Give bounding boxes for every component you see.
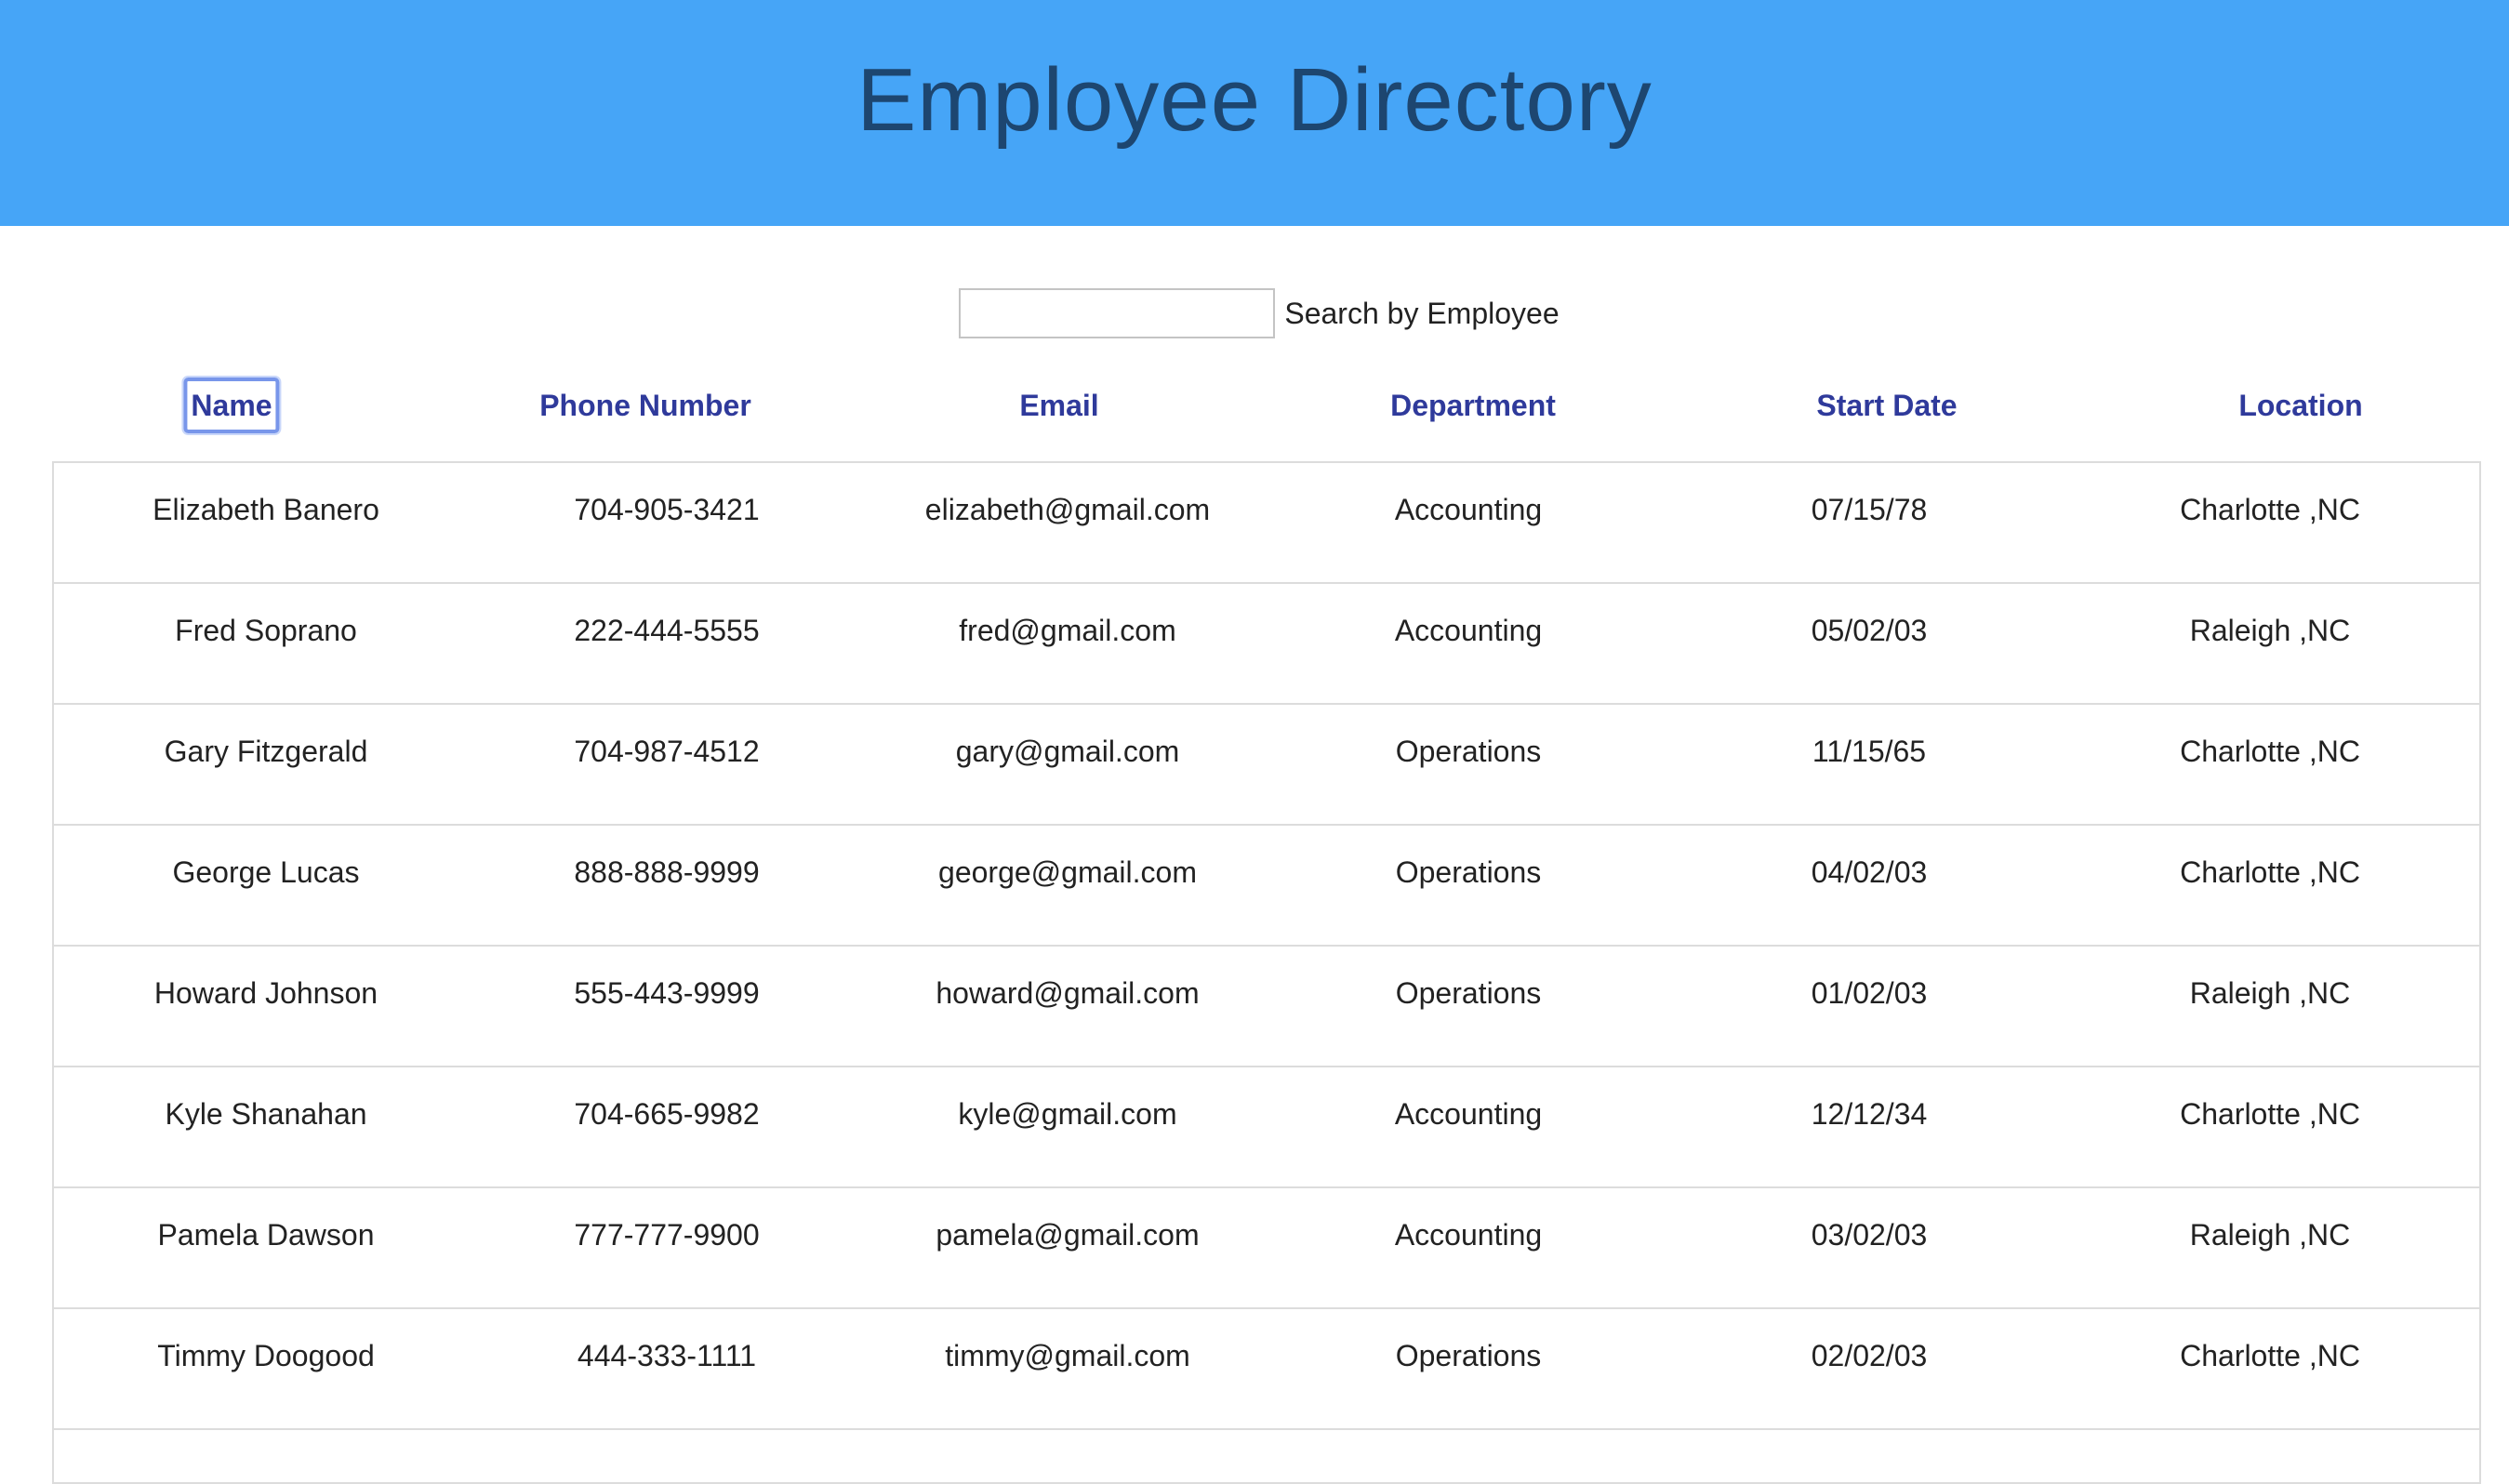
cell-phone: 555-443-9999 [574, 976, 760, 1010]
cell-location: Charlotte ,NC [2180, 493, 2360, 526]
cell-department: Operations [1395, 1339, 1542, 1372]
search-input[interactable] [959, 288, 1276, 338]
table-row: Kyle Shanahan 704-665-9982 kyle@gmail.co… [54, 1067, 2479, 1188]
column-header-email[interactable]: Email [1016, 378, 1102, 433]
employee-table: Elizabeth Banero 704-905-3421 elizabeth@… [52, 461, 2481, 1484]
cell-department: Operations [1395, 976, 1542, 1010]
cell-phone: 704-905-3421 [574, 493, 760, 526]
column-header-location[interactable]: Location [2235, 378, 2366, 433]
cell-email: howard@gmail.com [936, 976, 1200, 1010]
cell-start-date: 02/02/03 [1811, 1339, 1928, 1372]
table-row: George Lucas 888-888-9999 george@gmail.c… [54, 826, 2479, 947]
cell-department: Accounting [1394, 614, 1543, 647]
cell-email: gary@gmail.com [955, 735, 1180, 768]
cell-name: Gary Fitzgerald [164, 735, 368, 768]
cell-location: Charlotte ,NC [2180, 1097, 2360, 1131]
cell-location: Raleigh ,NC [2189, 976, 2351, 1010]
cell-email: fred@gmail.com [959, 614, 1176, 647]
column-header-start-date[interactable]: Start Date [1812, 378, 1960, 433]
cell-start-date: 04/02/03 [1811, 855, 1928, 889]
cell-name: George Lucas [172, 855, 360, 889]
cell-name: Pamela Dawson [157, 1218, 375, 1252]
table-row: Elizabeth Banero 704-905-3421 elizabeth@… [54, 463, 2479, 584]
cell-start-date: 12/12/34 [1811, 1097, 1928, 1131]
cell-phone: 888-888-9999 [574, 855, 760, 889]
cell-start-date: 11/15/65 [1812, 735, 1927, 768]
search-label: Search by Employee [1284, 296, 1560, 330]
cell-name: Elizabeth Banero [153, 493, 379, 526]
cell-email: kyle@gmail.com [958, 1097, 1177, 1131]
cell-email: timmy@gmail.com [945, 1339, 1190, 1372]
table-row: Gary Fitzgerald 704-987-4512 gary@gmail.… [54, 705, 2479, 826]
cell-name: Fred Soprano [175, 614, 357, 647]
cell-email: george@gmail.com [938, 855, 1197, 889]
cell-phone: 444-333-1111 [577, 1339, 757, 1372]
cell-department: Operations [1395, 855, 1542, 889]
cell-start-date: 07/15/78 [1811, 493, 1928, 526]
cell-department: Operations [1395, 735, 1542, 768]
column-header-phone[interactable]: Phone Number [536, 378, 755, 433]
cell-email: pamela@gmail.com [936, 1218, 1200, 1252]
cell-start-date: 01/02/03 [1811, 976, 1928, 1010]
cell-name: Kyle Shanahan [165, 1097, 367, 1131]
cell-location: Charlotte ,NC [2180, 735, 2360, 768]
table-header: Name Phone Number Email Department Start… [0, 378, 2509, 443]
cell-phone: 704-665-9982 [574, 1097, 760, 1131]
page-header: Employee Directory [0, 0, 2509, 226]
cell-department: Accounting [1394, 1097, 1543, 1131]
table-row: Fred Soprano 222-444-5555 fred@gmail.com… [54, 584, 2479, 705]
table-row: Howard Johnson 555-443-9999 howard@gmail… [54, 947, 2479, 1067]
cell-phone: 704-987-4512 [574, 735, 760, 768]
table-row: Pamela Dawson 777-777-9900 pamela@gmail.… [54, 1188, 2479, 1309]
cell-location: Charlotte ,NC [2180, 1339, 2360, 1372]
cell-email: elizabeth@gmail.com [924, 493, 1211, 526]
cell-location: Raleigh ,NC [2189, 614, 2351, 647]
cell-location: Raleigh ,NC [2189, 1218, 2351, 1252]
column-header-name[interactable]: Name [183, 378, 280, 433]
table-row: Timmy Doogood 444-333-1111 timmy@gmail.c… [54, 1309, 2479, 1430]
cell-phone: 222-444-5555 [574, 614, 760, 647]
page-title: Employee Directory [856, 49, 1653, 150]
cell-name: Howard Johnson [153, 976, 378, 1010]
search-bar: Search by Employee [0, 286, 2509, 340]
cell-phone: 777-777-9900 [574, 1218, 760, 1252]
column-header-department[interactable]: Department [1387, 378, 1560, 433]
cell-start-date: 05/02/03 [1811, 614, 1928, 647]
cell-location: Charlotte ,NC [2180, 855, 2360, 889]
cell-department: Accounting [1394, 1218, 1543, 1252]
cell-department: Accounting [1394, 493, 1543, 526]
cell-start-date: 03/02/03 [1811, 1218, 1928, 1252]
cell-name: Timmy Doogood [157, 1339, 375, 1372]
